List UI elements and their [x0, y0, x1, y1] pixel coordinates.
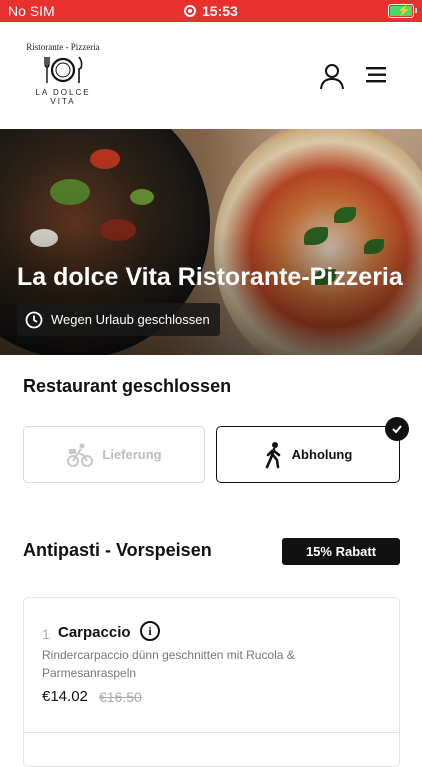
status-center: 15:53 — [184, 3, 238, 19]
carrier-label: No SIM — [8, 3, 55, 19]
item-description: Rindercarpaccio dünn geschnitten mit Ruc… — [42, 648, 295, 680]
pickup-option[interactable]: Abholung — [216, 417, 409, 483]
pickup-label: Abholung — [291, 447, 353, 462]
restaurant-title: La dolce Vita Ristorante-Pizzeria — [17, 263, 403, 291]
category-title: Antipasti - Vorspeisen — [23, 540, 212, 560]
hamburger-icon — [366, 67, 386, 83]
hero-banner: La dolce Vita Ristorante-Pizzeria Wegen … — [0, 129, 422, 355]
location-icon — [184, 5, 196, 17]
brand-name: LA DOLCE VITA — [35, 88, 91, 106]
battery-icon: ⚡ — [388, 4, 417, 18]
item-old-price: €16.50 — [99, 689, 142, 705]
user-icon — [320, 64, 344, 90]
status-time: 15:53 — [202, 3, 238, 19]
app-header: Ristorante - Pizzeria LA DOLCE VITA — [0, 22, 422, 129]
restaurant-status: Restaurant geschlossen — [23, 376, 232, 396]
item-price: €14.02 — [42, 688, 88, 705]
brand-logo[interactable]: Ristorante - Pizzeria LA DOLCE VITA — [22, 42, 104, 106]
selected-check-icon — [385, 417, 409, 441]
card-divider — [24, 732, 399, 733]
delivery-option[interactable]: Lieferung — [23, 426, 205, 483]
brand-tagline: Ristorante - Pizzeria — [26, 42, 100, 52]
item-quantity: 1 — [42, 626, 50, 642]
info-icon[interactable]: i — [140, 621, 160, 641]
status-bar: No SIM 15:53 ⚡ — [0, 0, 422, 22]
menu-button[interactable] — [364, 64, 390, 86]
discount-badge: 15% Rabatt — [282, 538, 400, 565]
clock-icon — [25, 311, 43, 328]
walking-icon — [265, 441, 280, 468]
bicycle-icon — [67, 443, 94, 467]
plate-cutlery-icon — [44, 56, 83, 83]
closed-badge: Wegen Urlaub geschlossen — [17, 303, 220, 336]
account-button[interactable] — [318, 62, 346, 90]
closed-badge-label: Wegen Urlaub geschlossen — [51, 312, 210, 327]
menu-item-card[interactable]: 1 Carpaccio i Rindercarpaccio dünn gesch… — [23, 597, 400, 767]
item-name: Carpaccio — [58, 624, 131, 641]
delivery-label: Lieferung — [102, 447, 162, 462]
